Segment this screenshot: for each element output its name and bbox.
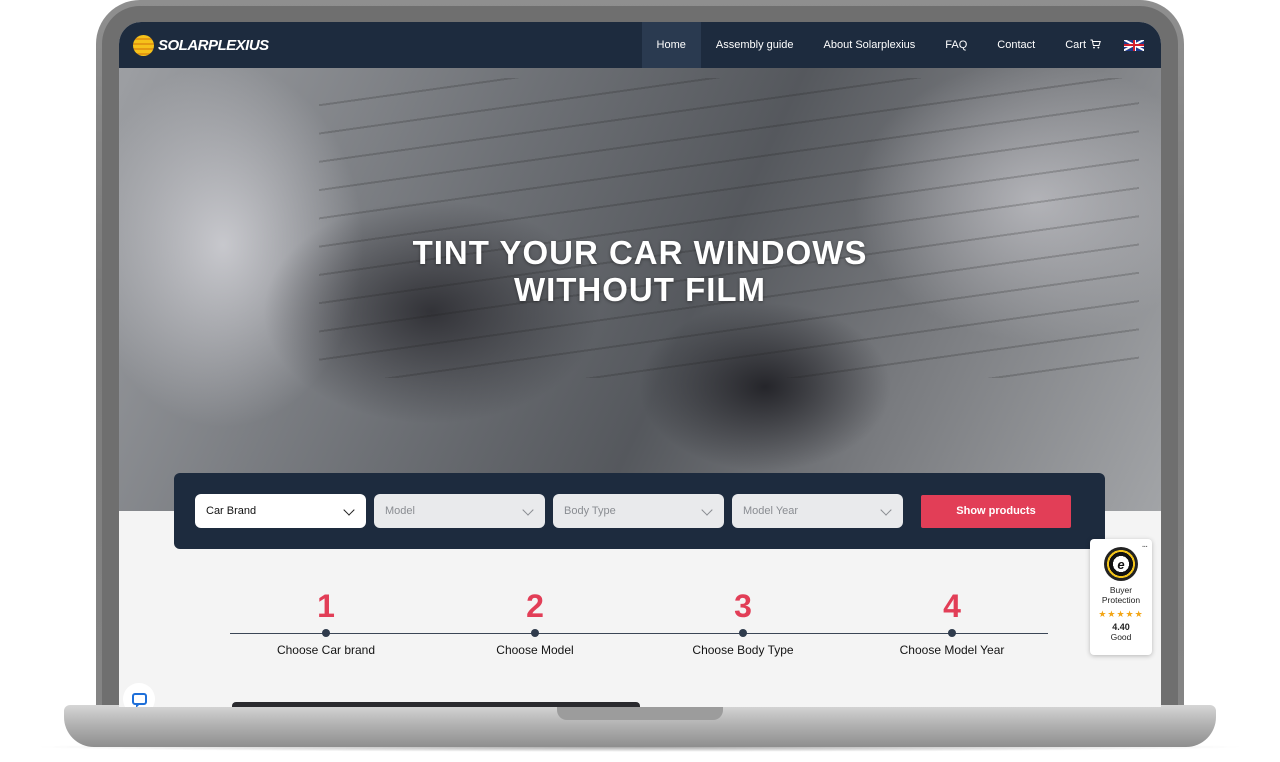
- nav-item-home[interactable]: Home: [641, 22, 701, 68]
- video-thumbnail[interactable]: [232, 702, 640, 707]
- step-dot: [739, 629, 747, 637]
- brand-name: SOLARPLEXIUS: [158, 36, 269, 54]
- nav-item-assembly-guide[interactable]: Assembly guide: [701, 22, 809, 68]
- shopping-cart-icon: [1090, 39, 1101, 52]
- browser-viewport: SOLARPLEXIUS Home Assembly guide About S…: [119, 22, 1161, 707]
- rating-word: Good: [1110, 632, 1132, 642]
- nav-item-contact[interactable]: Contact: [982, 22, 1050, 68]
- step-dot: [948, 629, 956, 637]
- navbar: SOLARPLEXIUS Home Assembly guide About S…: [119, 22, 1161, 68]
- hero-title: TINT YOUR CAR WINDOWS WITHOUT FILM: [119, 234, 1161, 308]
- step-dot: [322, 629, 330, 637]
- body-type-select-label: Body Type: [564, 505, 616, 517]
- chevron-down-icon: [522, 504, 534, 516]
- hero-title-line-2: WITHOUT FILM: [513, 271, 767, 308]
- car-brand-select[interactable]: Car Brand: [195, 494, 366, 528]
- step-1: 1 Choose Car brand: [236, 587, 416, 657]
- badge-line-2: Protection: [1101, 595, 1141, 605]
- step-label: Choose Model Year: [899, 643, 1005, 657]
- step-2: 2 Choose Model: [445, 587, 625, 657]
- step-label: Choose Model: [496, 643, 574, 657]
- body-type-select[interactable]: Body Type: [553, 494, 724, 528]
- more-options-icon[interactable]: ...: [1142, 539, 1148, 550]
- step-number: 2: [526, 588, 544, 624]
- chat-button[interactable]: [123, 683, 155, 707]
- rating-score: 4.40: [1112, 622, 1130, 632]
- hero-banner: TINT YOUR CAR WINDOWS WITHOUT FILM: [119, 68, 1161, 511]
- model-year-select-label: Model Year: [743, 505, 799, 517]
- chat-icon: [131, 693, 147, 707]
- hero-background-image: [319, 78, 1139, 378]
- chevron-down-icon: [880, 504, 892, 516]
- trusted-shops-seal-icon: e: [1104, 547, 1138, 581]
- uk-flag-icon[interactable]: [1124, 39, 1144, 51]
- hero-title-line-1: TINT YOUR CAR WINDOWS: [412, 234, 868, 271]
- step-4: 4 Choose Model Year: [862, 587, 1042, 657]
- step-dot: [531, 629, 539, 637]
- nav-item-about[interactable]: About Solarplexius: [809, 22, 931, 68]
- model-year-select[interactable]: Model Year: [732, 494, 903, 528]
- step-number: 4: [943, 588, 961, 624]
- nav-links: Home Assembly guide About Solarplexius F…: [641, 22, 1161, 68]
- show-products-button[interactable]: Show products: [921, 494, 1071, 528]
- badge-line-1: Buyer: [1109, 585, 1133, 595]
- step-3: 3 Choose Body Type: [653, 587, 833, 657]
- vehicle-filter-bar: Car Brand Model Body Type Model Year Sho…: [174, 473, 1105, 549]
- nav-item-cart[interactable]: Cart: [1050, 22, 1116, 68]
- step-number: 1: [317, 588, 335, 624]
- brand-logo[interactable]: SOLARPLEXIUS: [133, 34, 269, 56]
- chevron-down-icon: [343, 504, 355, 516]
- nav-item-faq[interactable]: FAQ: [930, 22, 982, 68]
- step-label: Choose Body Type: [692, 643, 794, 657]
- laptop-notch: [557, 705, 723, 720]
- car-brand-select-label: Car Brand: [206, 505, 257, 517]
- rating-stars: ★★★★★: [1098, 609, 1144, 619]
- model-select[interactable]: Model: [374, 494, 545, 528]
- chevron-down-icon: [701, 504, 713, 516]
- cart-label: Cart: [1065, 39, 1086, 51]
- model-select-label: Model: [385, 505, 415, 517]
- step-number: 3: [734, 588, 752, 624]
- sun-logo-icon: [133, 34, 154, 56]
- trusted-shops-badge[interactable]: ... e Buyer Protection ★★★★★ 4.40 Good: [1090, 539, 1152, 655]
- step-label: Choose Car brand: [276, 643, 376, 657]
